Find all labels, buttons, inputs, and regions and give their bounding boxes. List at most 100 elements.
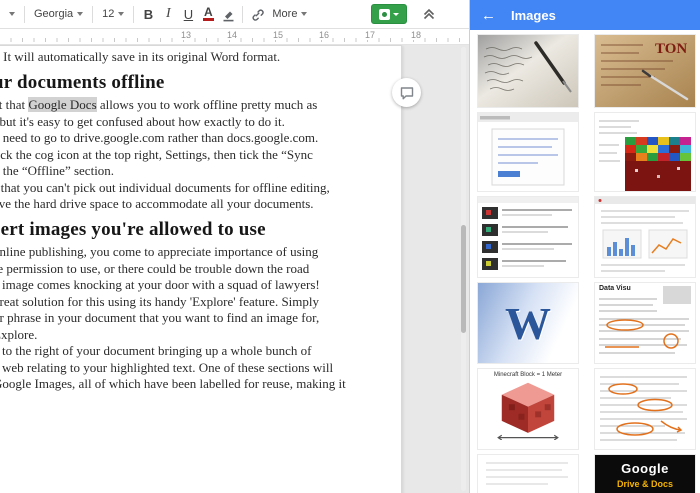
highlighted-text: Google Docs	[28, 97, 96, 112]
image-result-manuscript[interactable]: TON	[595, 35, 695, 107]
document-area: l. It will automatically save in its ori…	[0, 45, 469, 493]
extension-icon	[379, 9, 390, 20]
doc-line: e web relating to your highlighted text.…	[0, 360, 401, 377]
chevron-down-icon	[9, 12, 15, 16]
image-result-word-document[interactable]: W	[478, 455, 578, 493]
document-page[interactable]: l. It will automatically save in its ori…	[0, 45, 402, 493]
ruler-number: 17	[363, 30, 377, 40]
drive-docs-label: Drive & Docs	[617, 479, 673, 489]
docs-editor: Georgia 12 B I U A	[0, 0, 470, 493]
toolbar-separator	[24, 6, 25, 23]
image-result-image-list[interactable]	[478, 197, 578, 277]
doc-line: et that Google Docs allows you to work o…	[0, 97, 401, 114]
doc-heading-offline: ur documents offline	[0, 75, 401, 92]
font-size-dropdown[interactable]: 12	[97, 5, 129, 23]
image-result-google-drive-docs[interactable]: Google Drive & Docs	[595, 455, 695, 493]
doc-line: n the “Offline” section.	[0, 163, 401, 180]
word-logo-letter: W	[505, 297, 551, 350]
doc-scrollbar-thumb[interactable]	[461, 225, 466, 333]
font-family-dropdown[interactable]: Georgia	[29, 5, 88, 23]
doc-line: online publishing, you come to appreciat…	[0, 244, 401, 261]
doc-line: or phrase in your document that you want…	[0, 310, 401, 327]
editor-screenshot-art	[478, 113, 578, 191]
image-list-art	[478, 197, 578, 277]
text-color-button[interactable]: A	[198, 3, 218, 25]
app-root: Georgia 12 B I U A	[0, 0, 700, 493]
doc-line: , but it's easy to get confused about ho…	[0, 114, 401, 131]
ruler-number: 16	[317, 30, 331, 40]
handwritten-notes-art	[478, 35, 578, 107]
panel-title: Images	[511, 8, 556, 23]
doc-line: l. It will automatically save in its ori…	[0, 49, 401, 66]
toolbar-separator	[242, 6, 243, 23]
doc-line: r that you can't pick out individual doc…	[0, 180, 401, 197]
underline-button[interactable]: U	[178, 3, 198, 25]
image-result-minecraft-block[interactable]: Minecraft Block = 1 Meter	[478, 369, 578, 449]
ruler-number: 18	[409, 30, 423, 40]
image-result-handwritten-notes[interactable]	[478, 35, 578, 107]
image-results-grid: TON	[470, 30, 700, 493]
ruler-number: 14	[225, 30, 239, 40]
doc-line: ave the hard drive space to accommodate …	[0, 196, 401, 213]
chevron-down-icon	[301, 12, 307, 16]
hide-menus-button[interactable]	[419, 4, 439, 24]
doc-line: re permission to use, or there could be …	[0, 261, 401, 278]
image-result-word-logo[interactable]: W	[478, 283, 578, 363]
document-text: l. It will automatically save in its ori…	[0, 46, 401, 393]
minecraft-block-art	[492, 378, 564, 440]
text-color-letter: A	[204, 7, 213, 17]
doc-line: y need to go to drive.google.com rather …	[0, 130, 401, 147]
google-wordmark: Google	[621, 461, 669, 476]
doc-line: Explore.	[0, 327, 401, 344]
image-result-editor-screenshot[interactable]	[478, 113, 578, 191]
image-result-charts-screenshot[interactable]	[595, 197, 695, 277]
charts-screenshot-art	[595, 197, 695, 277]
extension-button[interactable]	[371, 4, 407, 24]
doc-line-text: et that	[0, 97, 28, 112]
doc-line: lick the cog icon at the top right, Sett…	[0, 147, 401, 164]
italic-button[interactable]: I	[158, 3, 178, 25]
link-icon	[250, 7, 265, 22]
font-size-value: 12	[102, 8, 114, 20]
chevron-down-icon	[393, 13, 399, 16]
comment-bubble-icon	[399, 85, 415, 101]
manuscript-art: TON	[595, 35, 695, 107]
highlight-color-button[interactable]	[218, 3, 238, 25]
image-result-data-vis-article[interactable]: Data Visu	[595, 283, 695, 363]
article-title: Data Visu	[599, 285, 631, 292]
text-color-swatch	[203, 18, 214, 21]
insert-link-button[interactable]	[247, 3, 267, 25]
ruler: 13 14 15 16 17 18	[0, 29, 469, 45]
doc-heading-images: sert images you're allowed to use	[0, 222, 401, 239]
ruler-number: 13	[179, 30, 193, 40]
colorful-artwork-art	[595, 113, 695, 191]
highlighter-icon	[221, 7, 236, 22]
more-label: More	[272, 8, 297, 20]
doc-scrollbar[interactable]	[461, 47, 466, 491]
comment-button[interactable]	[392, 78, 421, 107]
doc-line: Google Images, all of which have been la…	[0, 376, 401, 393]
back-icon[interactable]: ←	[481, 8, 496, 23]
more-button[interactable]: More	[267, 5, 312, 23]
doc-line: great solution for this using its handy …	[0, 294, 401, 311]
font-family-value: Georgia	[34, 8, 73, 20]
toolbar-separator	[133, 6, 134, 23]
editor-toolbar: Georgia 12 B I U A	[0, 0, 469, 29]
styles-dropdown-partial[interactable]	[4, 9, 20, 19]
images-panel: ← Images	[470, 0, 700, 493]
annotated-document-art	[595, 369, 695, 449]
double-chevron-up-icon	[422, 7, 436, 21]
image-result-annotated-document[interactable]	[595, 369, 695, 449]
doc-line-text: allows you to work offline pretty much a…	[97, 97, 318, 112]
chevron-down-icon	[118, 12, 124, 16]
bold-button[interactable]: B	[138, 3, 158, 25]
ruler-number: 15	[271, 30, 285, 40]
images-panel-header: ← Images	[470, 0, 700, 30]
doc-line: e to the right of your document bringing…	[0, 343, 401, 360]
chevron-down-icon	[77, 12, 83, 16]
doc-line: e image comes knocking at your door with…	[0, 277, 401, 294]
toolbar-separator	[92, 6, 93, 23]
data-vis-article-art	[595, 283, 695, 363]
image-result-colorful-artwork[interactable]	[595, 113, 695, 191]
manuscript-text: TON	[655, 41, 687, 57]
